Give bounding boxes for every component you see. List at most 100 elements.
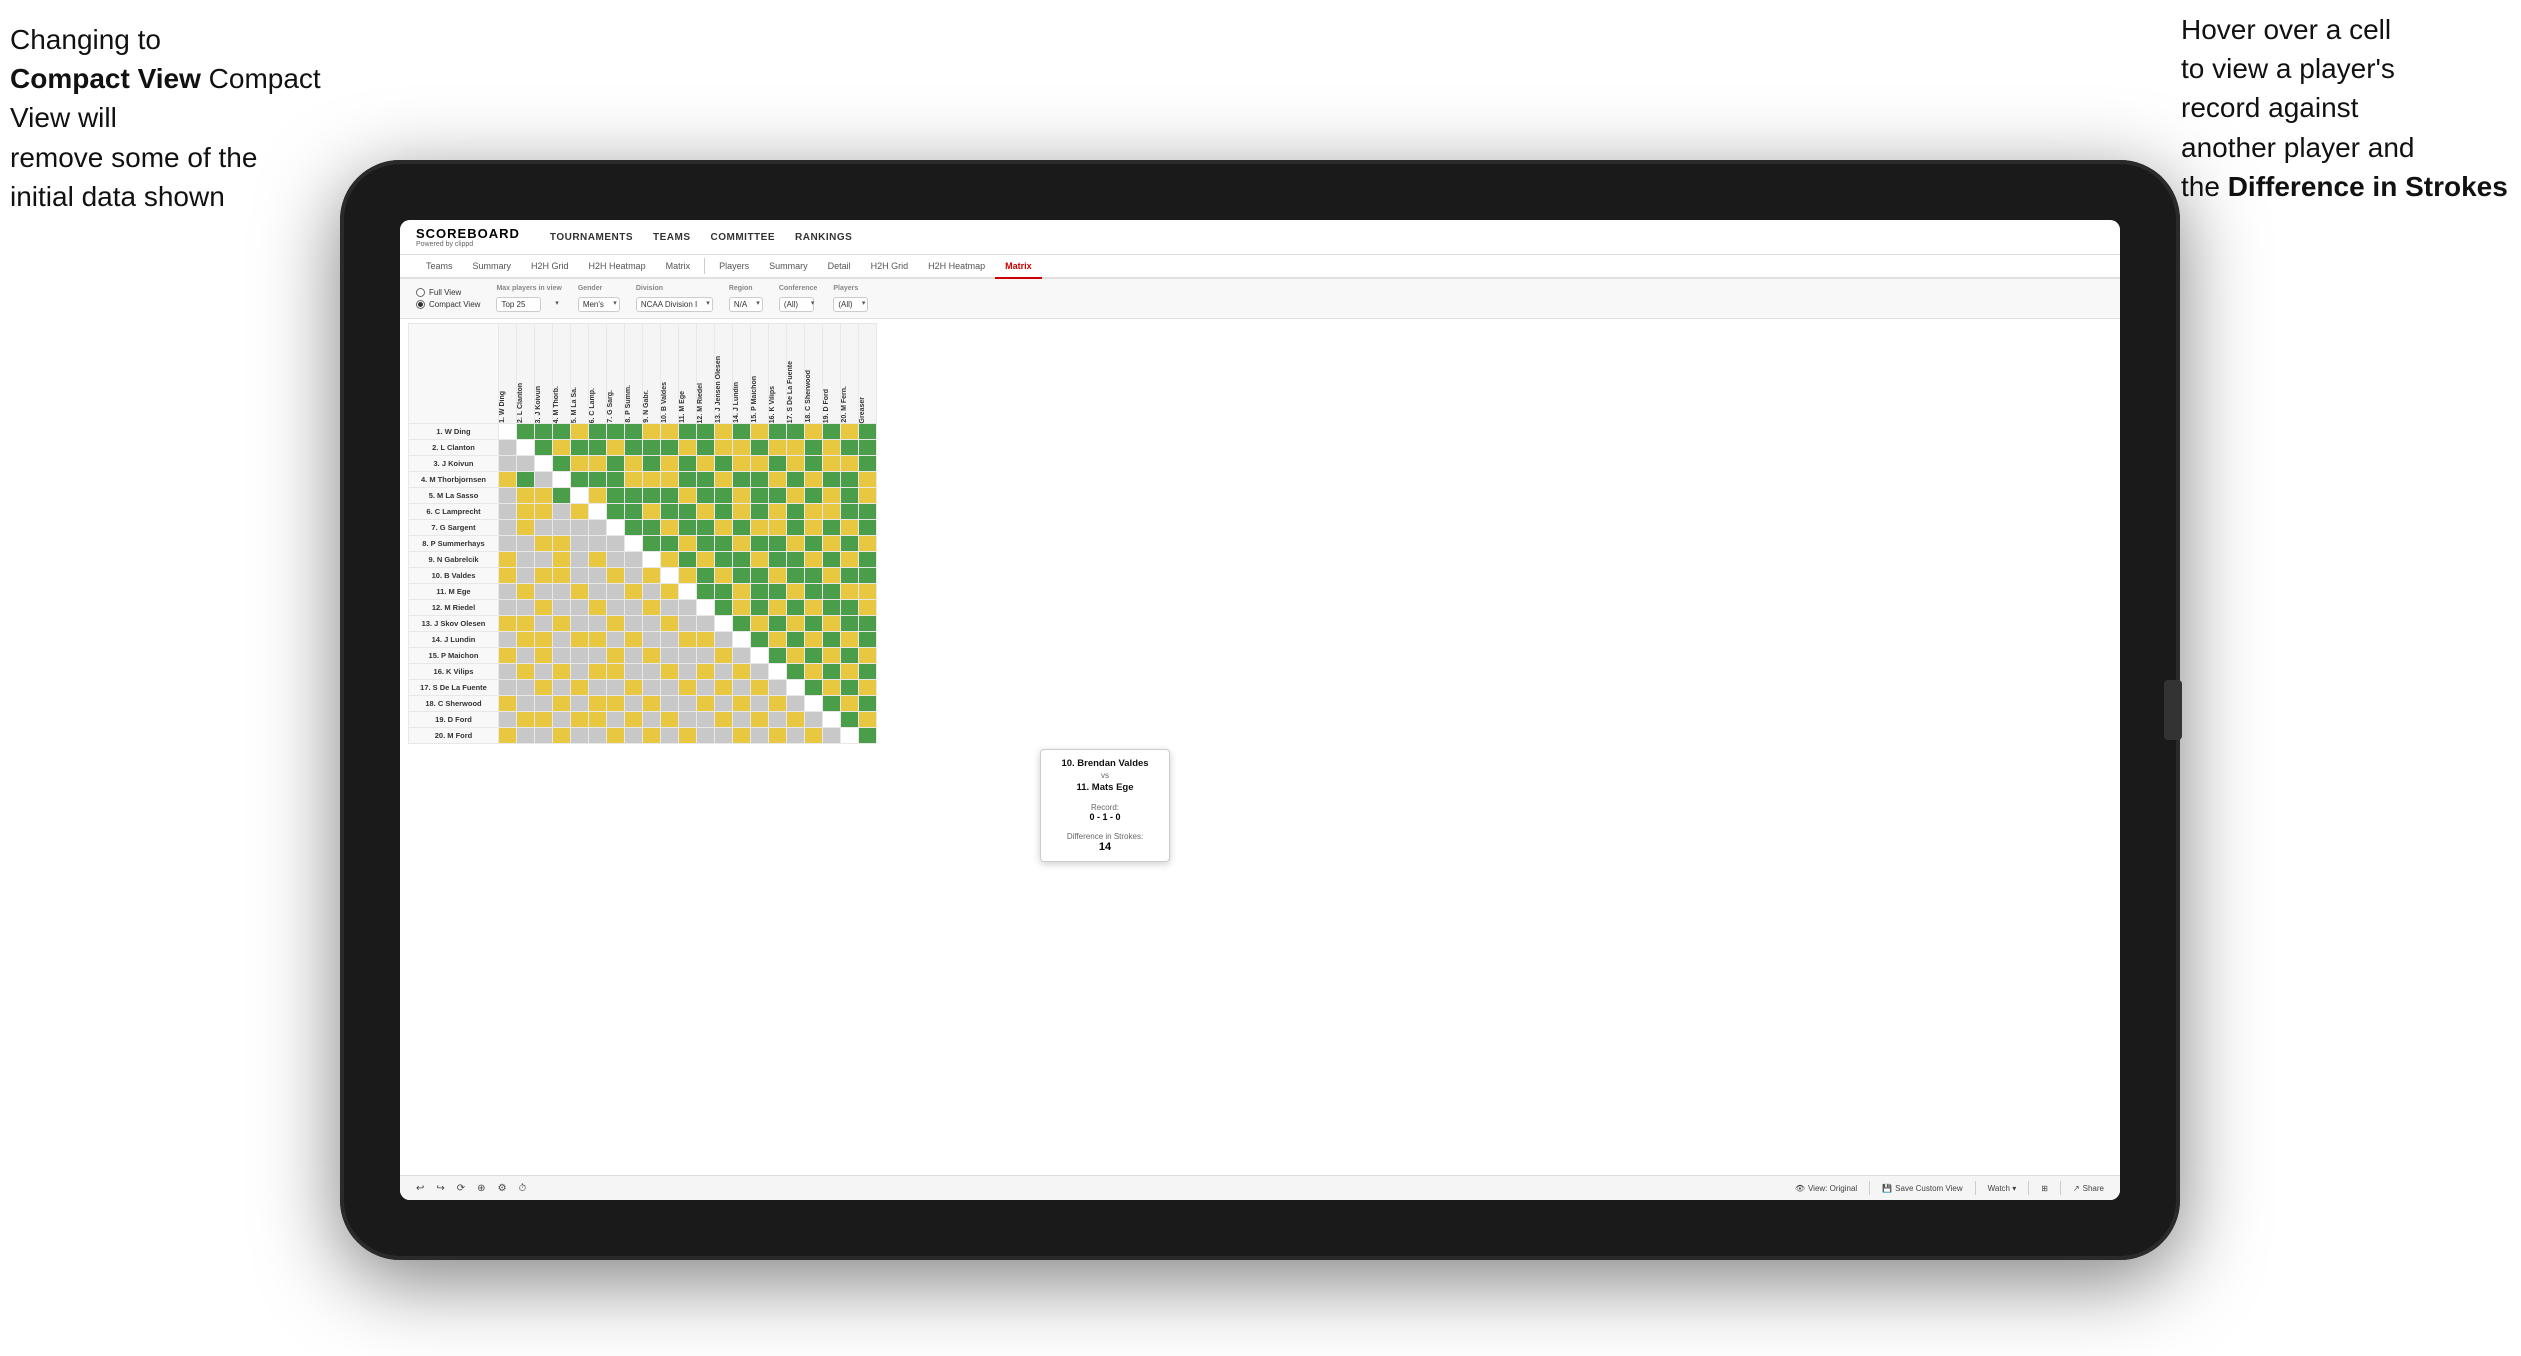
matrix-cell[interactable]	[679, 520, 697, 536]
matrix-cell[interactable]	[715, 584, 733, 600]
matrix-cell[interactable]	[859, 552, 877, 568]
matrix-cell[interactable]	[697, 632, 715, 648]
matrix-cell[interactable]	[589, 600, 607, 616]
matrix-cell[interactable]	[697, 728, 715, 744]
matrix-cell[interactable]	[589, 440, 607, 456]
matrix-cell[interactable]	[499, 488, 517, 504]
matrix-cell[interactable]	[697, 472, 715, 488]
matrix-cell[interactable]	[751, 712, 769, 728]
matrix-cell[interactable]	[805, 728, 823, 744]
matrix-cell[interactable]	[661, 584, 679, 600]
matrix-cell[interactable]	[499, 424, 517, 440]
matrix-cell[interactable]	[535, 648, 553, 664]
matrix-cell[interactable]	[715, 632, 733, 648]
matrix-cell[interactable]	[805, 696, 823, 712]
matrix-cell[interactable]	[607, 632, 625, 648]
matrix-cell[interactable]	[733, 424, 751, 440]
matrix-cell[interactable]	[787, 488, 805, 504]
matrix-cell[interactable]	[787, 728, 805, 744]
matrix-cell[interactable]	[733, 488, 751, 504]
matrix-cell[interactable]	[607, 472, 625, 488]
matrix-cell[interactable]	[625, 424, 643, 440]
matrix-cell[interactable]	[517, 632, 535, 648]
radio-compact-circle[interactable]	[416, 300, 425, 309]
matrix-cell[interactable]	[859, 456, 877, 472]
matrix-cell[interactable]	[841, 584, 859, 600]
matrix-cell[interactable]	[805, 440, 823, 456]
matrix-cell[interactable]	[517, 648, 535, 664]
tab-detail[interactable]: Detail	[818, 255, 861, 279]
matrix-cell[interactable]	[733, 696, 751, 712]
matrix-cell[interactable]	[859, 472, 877, 488]
matrix-cell[interactable]	[769, 648, 787, 664]
matrix-cell[interactable]	[841, 424, 859, 440]
matrix-cell[interactable]	[823, 616, 841, 632]
matrix-cell[interactable]	[517, 536, 535, 552]
matrix-cell[interactable]	[625, 488, 643, 504]
matrix-cell[interactable]	[661, 728, 679, 744]
matrix-cell[interactable]	[841, 472, 859, 488]
tab-h2h-heatmap[interactable]: H2H Heatmap	[579, 255, 656, 279]
matrix-cell[interactable]	[589, 552, 607, 568]
matrix-cell[interactable]	[571, 664, 589, 680]
gender-select[interactable]: Men's	[578, 297, 620, 312]
matrix-cell[interactable]	[679, 488, 697, 504]
matrix-cell[interactable]	[769, 536, 787, 552]
matrix-cell[interactable]	[571, 728, 589, 744]
matrix-cell[interactable]	[643, 632, 661, 648]
matrix-cell[interactable]	[697, 568, 715, 584]
max-players-select[interactable]: Top 25	[496, 297, 541, 312]
matrix-cell[interactable]	[697, 520, 715, 536]
matrix-cell[interactable]	[769, 488, 787, 504]
matrix-cell[interactable]	[517, 680, 535, 696]
matrix-cell[interactable]	[787, 600, 805, 616]
matrix-cell[interactable]	[823, 648, 841, 664]
matrix-cell[interactable]	[841, 616, 859, 632]
matrix-cell[interactable]	[679, 472, 697, 488]
matrix-cell[interactable]	[517, 472, 535, 488]
matrix-cell[interactable]	[859, 520, 877, 536]
settings-button[interactable]: ⚙	[498, 1183, 507, 1194]
matrix-cell[interactable]	[517, 488, 535, 504]
matrix-cell[interactable]	[661, 680, 679, 696]
matrix-cell[interactable]	[769, 424, 787, 440]
matrix-cell[interactable]	[571, 456, 589, 472]
matrix-cell[interactable]	[805, 648, 823, 664]
matrix-cell[interactable]	[697, 712, 715, 728]
tablet-home-button[interactable]	[2164, 680, 2182, 740]
matrix-cell[interactable]	[499, 472, 517, 488]
matrix-cell[interactable]	[643, 600, 661, 616]
matrix-cell[interactable]	[733, 472, 751, 488]
matrix-cell[interactable]	[589, 424, 607, 440]
matrix-cell[interactable]	[517, 568, 535, 584]
view-original-button[interactable]: 👁 View: Original	[1795, 1184, 1857, 1193]
matrix-cell[interactable]	[751, 664, 769, 680]
matrix-cell[interactable]	[661, 536, 679, 552]
tab-h2h-grid[interactable]: H2H Grid	[521, 255, 579, 279]
matrix-cell[interactable]	[571, 712, 589, 728]
matrix-cell[interactable]	[859, 728, 877, 744]
matrix-cell[interactable]	[787, 456, 805, 472]
matrix-cell[interactable]	[715, 488, 733, 504]
matrix-cell[interactable]	[751, 680, 769, 696]
matrix-cell[interactable]	[607, 680, 625, 696]
matrix-cell[interactable]	[697, 552, 715, 568]
matrix-cell[interactable]	[733, 664, 751, 680]
matrix-cell[interactable]	[733, 504, 751, 520]
matrix-cell[interactable]	[625, 568, 643, 584]
matrix-cell[interactable]	[715, 552, 733, 568]
matrix-cell[interactable]	[841, 600, 859, 616]
matrix-cell[interactable]	[625, 712, 643, 728]
matrix-cell[interactable]	[787, 696, 805, 712]
matrix-cell[interactable]	[535, 424, 553, 440]
matrix-cell[interactable]	[643, 680, 661, 696]
matrix-cell[interactable]	[679, 504, 697, 520]
matrix-cell[interactable]	[751, 424, 769, 440]
matrix-cell[interactable]	[697, 680, 715, 696]
matrix-cell[interactable]	[823, 536, 841, 552]
matrix-cell[interactable]	[859, 504, 877, 520]
matrix-cell[interactable]	[535, 504, 553, 520]
matrix-cell[interactable]	[607, 616, 625, 632]
matrix-cell[interactable]	[697, 648, 715, 664]
matrix-cell[interactable]	[823, 472, 841, 488]
